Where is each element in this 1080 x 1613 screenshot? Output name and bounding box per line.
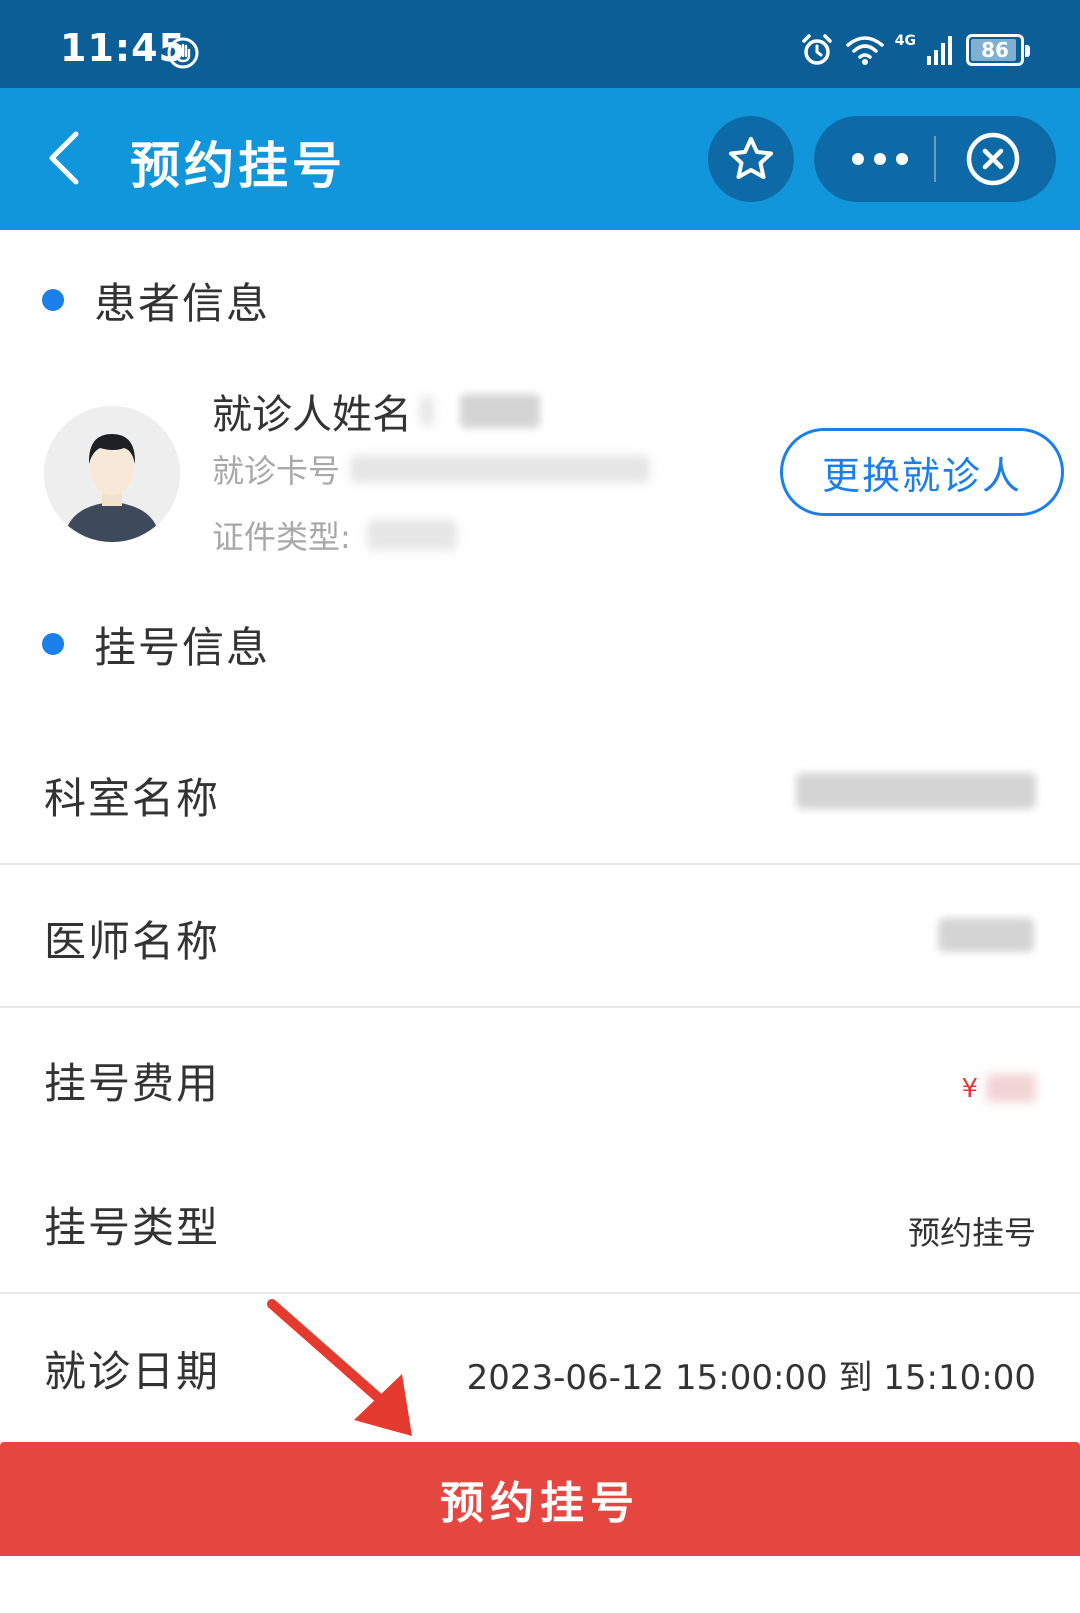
redacted-name	[460, 394, 540, 428]
section-dot	[42, 289, 64, 311]
close-icon[interactable]	[964, 130, 1022, 188]
id-type-row: 证件类型:	[212, 512, 457, 558]
status-icons: 4G 86	[799, 30, 1030, 70]
department-row: 科室名称	[0, 723, 1080, 865]
card-number-row: 就诊卡号	[212, 446, 651, 492]
visit-date-row: 就诊日期 2023-06-12 15:00:00 到 15:10:00	[0, 1296, 1080, 1438]
fee-label: 挂号费用	[44, 1059, 221, 1108]
divider	[0, 863, 1080, 865]
person-icon	[44, 406, 180, 542]
section-dot	[42, 633, 64, 655]
nav-bar: 预约挂号	[0, 88, 1080, 230]
network-type: 4G	[894, 33, 916, 49]
more-icon[interactable]	[850, 148, 910, 170]
id-type-label: 证件类型:	[212, 518, 351, 556]
back-icon[interactable]	[44, 128, 84, 188]
mini-program-capsule	[814, 116, 1056, 202]
registration-section-title: 挂号信息	[94, 622, 271, 672]
doctor-label: 医师名称	[44, 917, 221, 966]
registration-type-row: 挂号类型 预约挂号	[0, 1152, 1080, 1294]
department-label: 科室名称	[44, 774, 221, 823]
visit-date-label: 就诊日期	[44, 1347, 221, 1396]
annotation-arrow-icon	[267, 1299, 412, 1436]
redacted-department	[796, 773, 1036, 809]
alarm-icon	[802, 34, 832, 65]
redacted-card-number	[350, 455, 651, 483]
signal-icon	[927, 36, 952, 65]
hand-shield-icon	[167, 37, 199, 69]
redacted-id-type	[366, 520, 457, 550]
avatar	[44, 406, 180, 542]
card-number-label: 就诊卡号	[212, 452, 341, 490]
patient-name-label: 就诊人姓名	[212, 392, 412, 438]
redacted-name	[420, 396, 434, 426]
registration-type-value: 预约挂号	[907, 1214, 1036, 1252]
fee-row: 挂号费用 ¥	[0, 1008, 1080, 1150]
wifi-icon	[846, 36, 884, 65]
patient-section-title: 患者信息	[94, 278, 271, 328]
doctor-row: 医师名称	[0, 866, 1080, 1008]
divider	[0, 1292, 1080, 1294]
visit-date-value: 2023-06-12 15:00:00 到 15:10:00	[466, 1358, 1036, 1398]
registration-section-header: 挂号信息	[42, 614, 270, 674]
status-bar: 11:45 4G 86	[0, 0, 1080, 88]
star-icon	[729, 137, 773, 179]
registration-type-label: 挂号类型	[44, 1203, 221, 1252]
battery-icon: 86	[966, 34, 1030, 66]
patient-section-header: 患者信息	[42, 270, 270, 330]
currency-symbol: ¥	[961, 1074, 978, 1104]
redacted-fee	[986, 1073, 1036, 1102]
favorite-button[interactable]	[708, 116, 794, 202]
fee-value: ¥	[961, 1066, 1036, 1106]
submit-appointment-button[interactable]: 预约挂号	[0, 1442, 1080, 1556]
patient-name-row: 就诊人姓名	[212, 382, 540, 440]
page-title: 预约挂号	[130, 137, 346, 195]
battery-level: 86	[981, 38, 1009, 62]
switch-patient-button[interactable]: 更换就诊人	[780, 428, 1064, 516]
redacted-doctor	[938, 918, 1034, 952]
capsule-divider	[934, 136, 936, 182]
